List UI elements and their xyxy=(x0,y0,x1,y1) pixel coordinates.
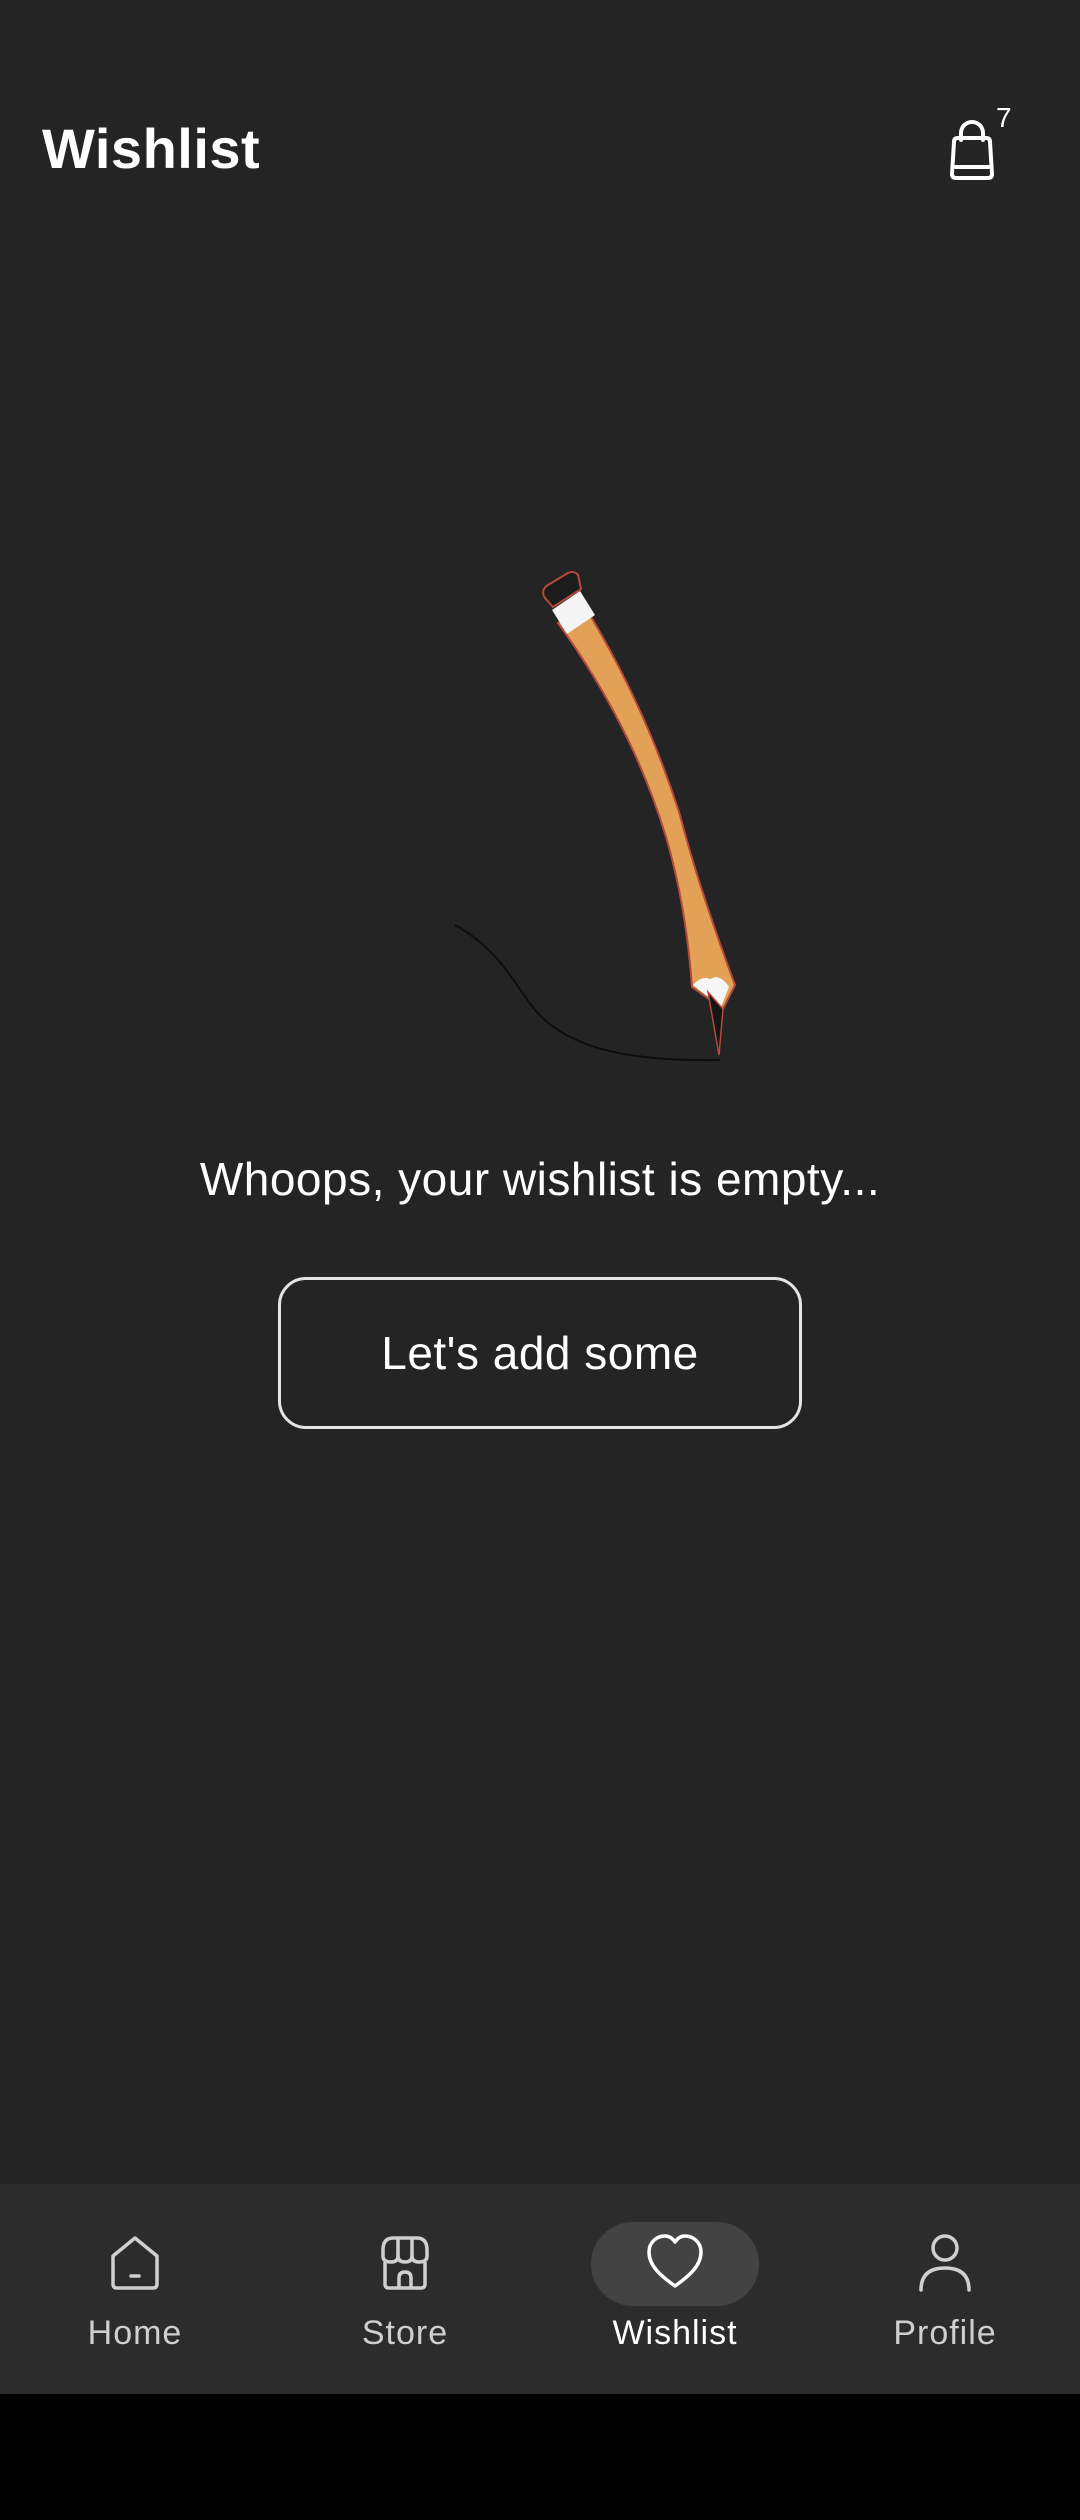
nav-label-home: Home xyxy=(87,2314,183,2352)
bottom-navigation: Home Store Wishlist Profile xyxy=(0,2184,1080,2394)
app-header: Wishlist 7 xyxy=(0,0,1080,230)
cart-button[interactable]: 7 xyxy=(930,100,1020,200)
nav-item-wishlist[interactable]: Wishlist xyxy=(540,2184,810,2394)
pencil-drawing-illustration xyxy=(454,570,737,1062)
system-navigation-bar xyxy=(0,2394,1080,2520)
nav-label-store: Store xyxy=(361,2314,449,2352)
nav-item-profile[interactable]: Profile xyxy=(810,2184,1080,2394)
shopping-bag-icon xyxy=(950,120,994,180)
nav-label-profile: Profile xyxy=(893,2314,997,2352)
store-icon xyxy=(381,2236,429,2290)
nav-label-wishlist: Wishlist xyxy=(612,2314,738,2352)
empty-wishlist-message: Whoops, your wishlist is empty... xyxy=(199,1153,881,1205)
nav-item-home[interactable]: Home xyxy=(0,2184,270,2394)
wishlist-screen: Wishlist 7 Whoops, your wishlist is empt… xyxy=(0,0,1080,2394)
add-items-button[interactable]: Let's add some xyxy=(278,1277,802,1429)
home-icon xyxy=(111,2236,159,2290)
page-title: Wishlist xyxy=(42,117,261,180)
profile-icon xyxy=(919,2234,971,2292)
cart-count-badge: 7 xyxy=(996,102,1012,133)
nav-item-store[interactable]: Store xyxy=(270,2184,540,2394)
heart-icon xyxy=(647,2234,703,2288)
